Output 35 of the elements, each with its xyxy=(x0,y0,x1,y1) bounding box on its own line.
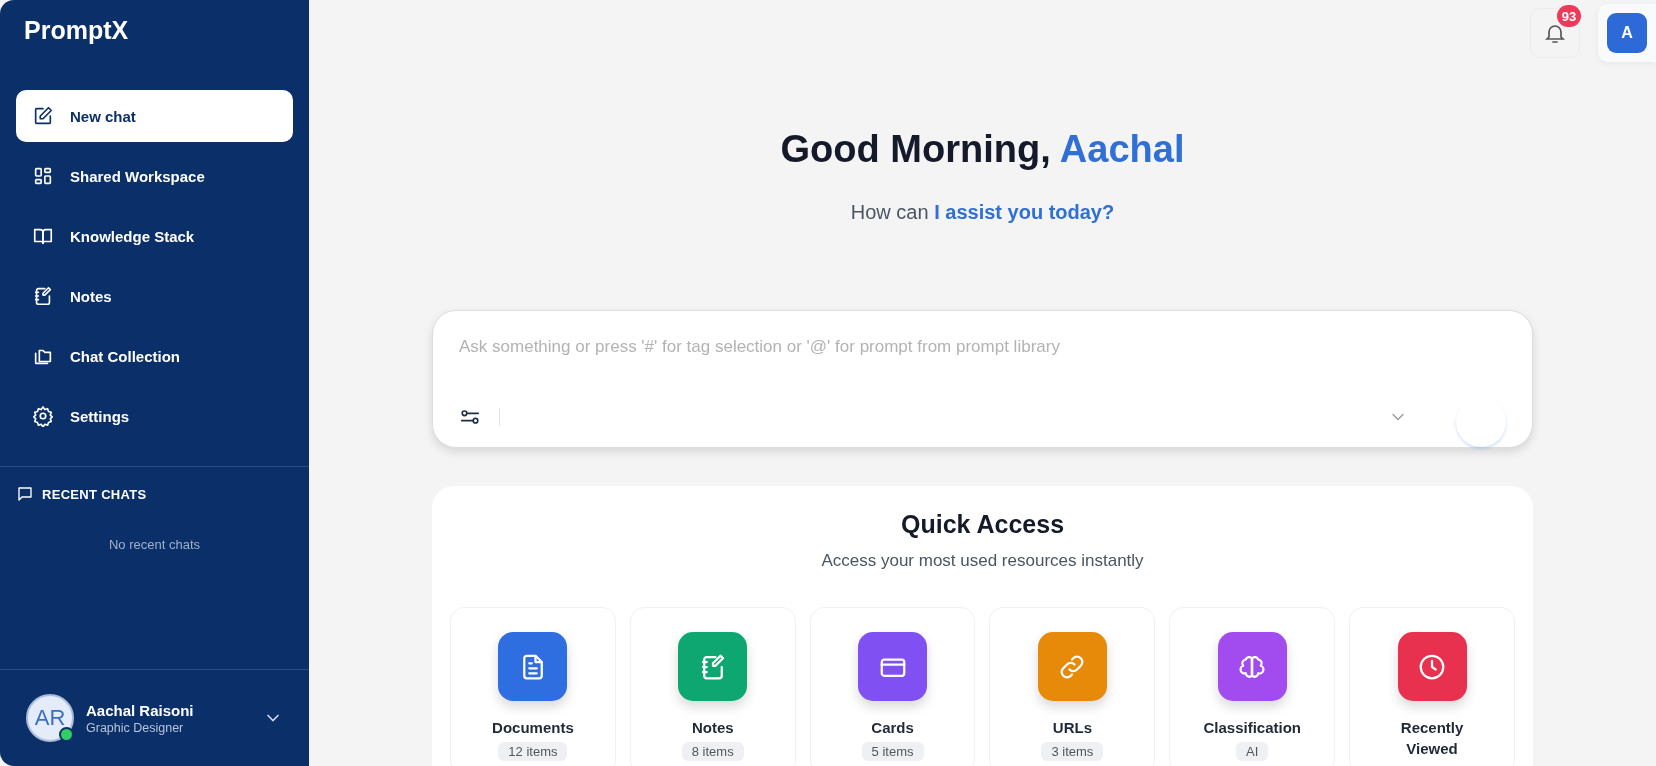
card-label: URLs xyxy=(1052,718,1092,738)
app-logo: PromptX xyxy=(23,15,130,46)
item-count: 12 items xyxy=(498,742,568,761)
notification-count-badge: 93 xyxy=(1557,5,1581,27)
section-subtitle: Access your most used resources instantly xyxy=(821,551,1144,571)
empty-message: No recent chats xyxy=(107,537,201,552)
nav-item[interactable]: Notes xyxy=(16,270,293,322)
card-label: Cards xyxy=(871,718,914,738)
card-label: Classification xyxy=(1203,718,1301,738)
edit-icon xyxy=(32,105,54,127)
profile-avatar-button[interactable]: A xyxy=(1607,13,1647,53)
chat-bubble-icon xyxy=(16,485,34,503)
greeting-subtitle: How can I assist you today? xyxy=(850,201,1115,224)
settings-icon xyxy=(32,405,54,427)
card-label: Documents xyxy=(492,718,574,738)
section-title: RECENT CHATS xyxy=(42,486,147,502)
notifications-button[interactable]: 93 xyxy=(1530,8,1580,58)
item-count: 5 items xyxy=(861,742,924,761)
greeting-heading: Good Morning, Aachal xyxy=(780,128,1185,171)
notebook-icon xyxy=(32,285,54,307)
grid-icon xyxy=(32,165,54,187)
item-count: AI xyxy=(1236,742,1269,761)
item-count: 3 items xyxy=(1041,742,1104,761)
item-count: 8 items xyxy=(681,742,744,761)
card-label: Recently Viewed xyxy=(1399,718,1465,759)
card-label: Notes xyxy=(691,718,734,738)
user-avatar[interactable]: AR xyxy=(26,694,74,742)
nav-item[interactable]: Chat Collection xyxy=(16,330,293,382)
nav-item[interactable]: New chat xyxy=(16,90,293,142)
user-role: Graphic Designer xyxy=(86,720,185,735)
section-title: Quick Access xyxy=(900,510,1065,539)
user-name: Aachal Raisoni xyxy=(86,701,195,719)
nav-item[interactable]: Knowledge Stack xyxy=(16,210,293,262)
nav-item[interactable]: Shared Workspace xyxy=(16,150,293,202)
nav-item[interactable]: Settings xyxy=(16,390,293,442)
